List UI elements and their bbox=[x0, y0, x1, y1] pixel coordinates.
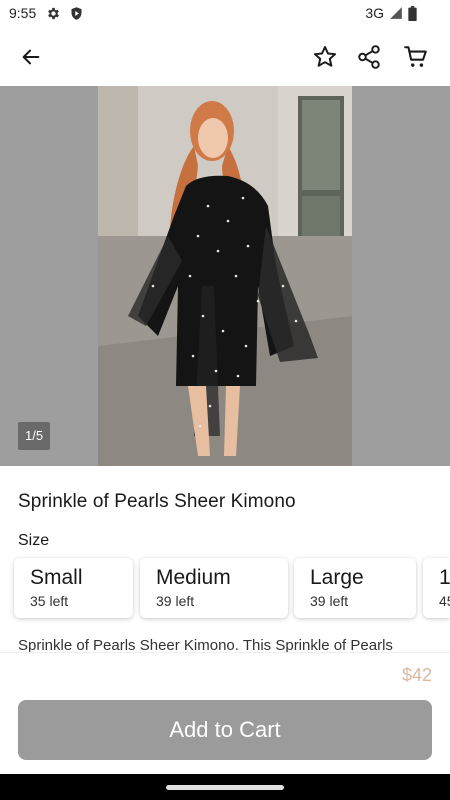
size-name: Medium bbox=[156, 566, 231, 589]
price: $42 bbox=[401, 665, 432, 685]
image-counter: 1/5 bbox=[18, 422, 51, 450]
size-stock: 35 left bbox=[30, 593, 69, 609]
gear-icon bbox=[46, 6, 61, 21]
size-label: Size bbox=[18, 532, 50, 549]
arrow-left-icon bbox=[22, 49, 40, 65]
size-option-small[interactable]: Small 35 left bbox=[14, 558, 133, 618]
shield-play-icon bbox=[69, 6, 84, 21]
cart-icon bbox=[404, 46, 427, 67]
size-option-partial[interactable]: 1 45 bbox=[423, 558, 450, 618]
back-button[interactable] bbox=[14, 40, 48, 74]
network-type: 3G bbox=[365, 5, 384, 21]
product-description: Sprinkle of Pearls Sheer Kimono. This Sp… bbox=[18, 637, 393, 652]
share-icon bbox=[358, 45, 380, 69]
status-time: 9:55 bbox=[9, 5, 37, 21]
favorite-button[interactable] bbox=[308, 40, 342, 74]
product-image-gallery[interactable]: 1/5 bbox=[0, 86, 450, 466]
size-stock: 39 left bbox=[156, 593, 195, 609]
star-outline-icon bbox=[313, 46, 337, 67]
size-option-large[interactable]: Large 39 left bbox=[294, 558, 416, 618]
add-to-cart-button[interactable]: Add to Cart bbox=[18, 700, 432, 760]
battery-icon bbox=[408, 6, 417, 22]
size-name: Small bbox=[30, 566, 83, 589]
product-details-sheet: Sprinkle of Pearls Sheer Kimono Size Sma… bbox=[0, 466, 450, 652]
cart-button[interactable] bbox=[399, 40, 433, 74]
home-gesture-handle[interactable] bbox=[166, 785, 284, 790]
size-name: Large bbox=[310, 566, 364, 589]
size-name: 1 bbox=[439, 566, 450, 589]
size-stock: 45 bbox=[439, 593, 450, 609]
size-option-medium[interactable]: Medium 39 left bbox=[140, 558, 288, 618]
app-bar bbox=[0, 28, 450, 86]
size-stock: 39 left bbox=[310, 593, 349, 609]
purchase-panel: $42 Add to Cart bbox=[0, 652, 450, 774]
share-button[interactable] bbox=[352, 40, 386, 74]
system-nav-bar bbox=[0, 774, 450, 800]
status-bar: 9:55 3G bbox=[0, 0, 450, 28]
product-title: Sprinkle of Pearls Sheer Kimono bbox=[18, 491, 296, 512]
signal-icon bbox=[389, 6, 404, 21]
product-photo bbox=[98, 86, 352, 466]
